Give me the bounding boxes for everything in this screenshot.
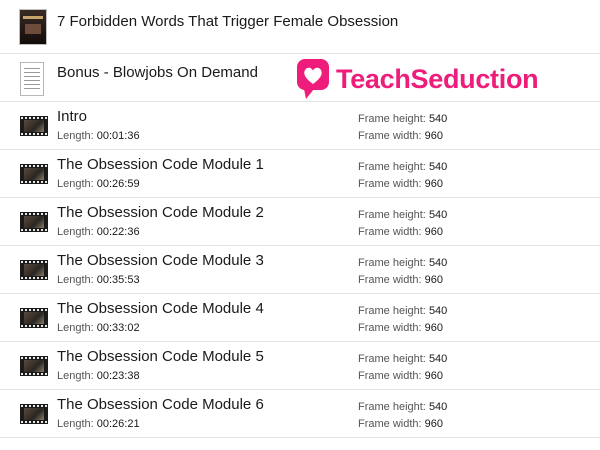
frame-width-value: 960 (424, 274, 443, 286)
video-length: Length: 00:23:38 (57, 370, 140, 382)
teachseduction-watermark: TeachSeduction (296, 58, 539, 100)
file-name: 7 Forbidden Words That Trigger Female Ob… (57, 13, 399, 30)
video-name: The Obsession Code Module 3 (57, 252, 264, 269)
length-label: Length: (57, 322, 94, 334)
video-file-item-4[interactable]: The Obsession Code Module 3 Length: 00:3… (0, 246, 600, 294)
frame-width-value: 960 (424, 130, 443, 142)
frame-height-label: Frame height: (358, 401, 426, 413)
video-list: Intro Length: 00:01:36 Frame height: 540… (0, 102, 600, 438)
length-value: 00:23:38 (96, 370, 140, 382)
frame-width: Frame width: 960 (358, 370, 443, 382)
frame-width: Frame width: 960 (358, 274, 443, 286)
frame-width: Frame width: 960 (358, 226, 443, 238)
frame-height-value: 540 (428, 353, 448, 365)
frame-width-label: Frame width: (358, 322, 422, 334)
length-value: 00:01:36 (96, 130, 140, 142)
frame-height: Frame height: 540 (358, 257, 447, 269)
video-name: The Obsession Code Module 5 (57, 348, 264, 365)
frame-width-value: 960 (424, 178, 443, 190)
frame-height-label: Frame height: (358, 257, 426, 269)
video-name: The Obsession Code Module 2 (57, 204, 264, 221)
frame-width-value: 960 (424, 322, 443, 334)
video-thumbnail-icon (20, 116, 48, 136)
frame-height: Frame height: 540 (358, 353, 447, 365)
frame-height-value: 540 (428, 257, 448, 269)
frame-height-label: Frame height: (358, 113, 426, 125)
video-length: Length: 00:35:53 (57, 274, 140, 286)
video-file-item-6[interactable]: The Obsession Code Module 5 Length: 00:2… (0, 342, 600, 390)
length-label: Length: (57, 370, 94, 382)
video-name: The Obsession Code Module 6 (57, 396, 264, 413)
frame-width: Frame width: 960 (358, 418, 443, 430)
frame-height: Frame height: 540 (358, 161, 447, 173)
video-length: Length: 00:01:36 (57, 130, 140, 142)
frame-height-value: 540 (428, 209, 448, 221)
frame-height-label: Frame height: (358, 353, 426, 365)
frame-width: Frame width: 960 (358, 178, 443, 190)
document-thumbnail-icon (20, 62, 44, 96)
video-file-item-2[interactable]: The Obsession Code Module 1 Length: 00:2… (0, 150, 600, 198)
frame-height-label: Frame height: (358, 161, 426, 173)
frame-height-label: Frame height: (358, 305, 426, 317)
length-value: 00:26:59 (96, 178, 140, 190)
file-item-ebook[interactable]: 7 Forbidden Words That Trigger Female Ob… (0, 0, 600, 54)
video-name: The Obsession Code Module 1 (57, 156, 264, 173)
frame-width-label: Frame width: (358, 130, 422, 142)
length-value: 00:35:53 (96, 274, 140, 286)
frame-height: Frame height: 540 (358, 305, 447, 317)
watermark-text: TeachSeduction (336, 63, 539, 94)
frame-height: Frame height: 540 (358, 209, 447, 221)
frame-width-value: 960 (424, 226, 443, 238)
frame-height-value: 540 (428, 401, 448, 413)
video-length: Length: 00:26:59 (57, 178, 140, 190)
video-thumbnail-icon (20, 404, 48, 424)
length-label: Length: (57, 226, 94, 238)
video-length: Length: 00:33:02 (57, 322, 140, 334)
video-length: Length: 00:22:36 (57, 226, 140, 238)
frame-width: Frame width: 960 (358, 130, 443, 142)
video-thumbnail-icon (20, 356, 48, 376)
frame-height-value: 540 (428, 161, 448, 173)
video-file-item-1[interactable]: Intro Length: 00:01:36 Frame height: 540… (0, 102, 600, 150)
frame-height: Frame height: 540 (358, 113, 447, 125)
length-label: Length: (57, 418, 94, 430)
length-label: Length: (57, 274, 94, 286)
frame-height-label: Frame height: (358, 209, 426, 221)
frame-height-value: 540 (428, 305, 448, 317)
video-file-item-3[interactable]: The Obsession Code Module 2 Length: 00:2… (0, 198, 600, 246)
video-thumbnail-icon (20, 260, 48, 280)
frame-height: Frame height: 540 (358, 401, 447, 413)
file-name: Bonus - Blowjobs On Demand (57, 64, 258, 81)
length-label: Length: (57, 178, 94, 190)
frame-width-label: Frame width: (358, 274, 422, 286)
heart-speech-bubble-icon (297, 59, 329, 99)
video-thumbnail-icon (20, 308, 48, 328)
length-label: Length: (57, 130, 94, 142)
frame-width-value: 960 (424, 418, 443, 430)
frame-width-label: Frame width: (358, 370, 422, 382)
length-value: 00:26:21 (96, 418, 140, 430)
frame-width-label: Frame width: (358, 418, 422, 430)
frame-width: Frame width: 960 (358, 322, 443, 334)
frame-height-value: 540 (428, 113, 448, 125)
video-length: Length: 00:26:21 (57, 418, 140, 430)
frame-width-label: Frame width: (358, 226, 422, 238)
video-thumbnail-icon (20, 164, 48, 184)
ebook-cover-thumbnail (20, 10, 46, 44)
length-value: 00:22:36 (96, 226, 140, 238)
length-value: 00:33:02 (96, 322, 140, 334)
video-file-item-5[interactable]: The Obsession Code Module 4 Length: 00:3… (0, 294, 600, 342)
video-file-item-7[interactable]: The Obsession Code Module 6 Length: 00:2… (0, 390, 600, 438)
video-thumbnail-icon (20, 212, 48, 232)
frame-width-label: Frame width: (358, 178, 422, 190)
video-name: The Obsession Code Module 4 (57, 300, 264, 317)
frame-width-value: 960 (424, 370, 443, 382)
video-name: Intro (57, 108, 88, 125)
